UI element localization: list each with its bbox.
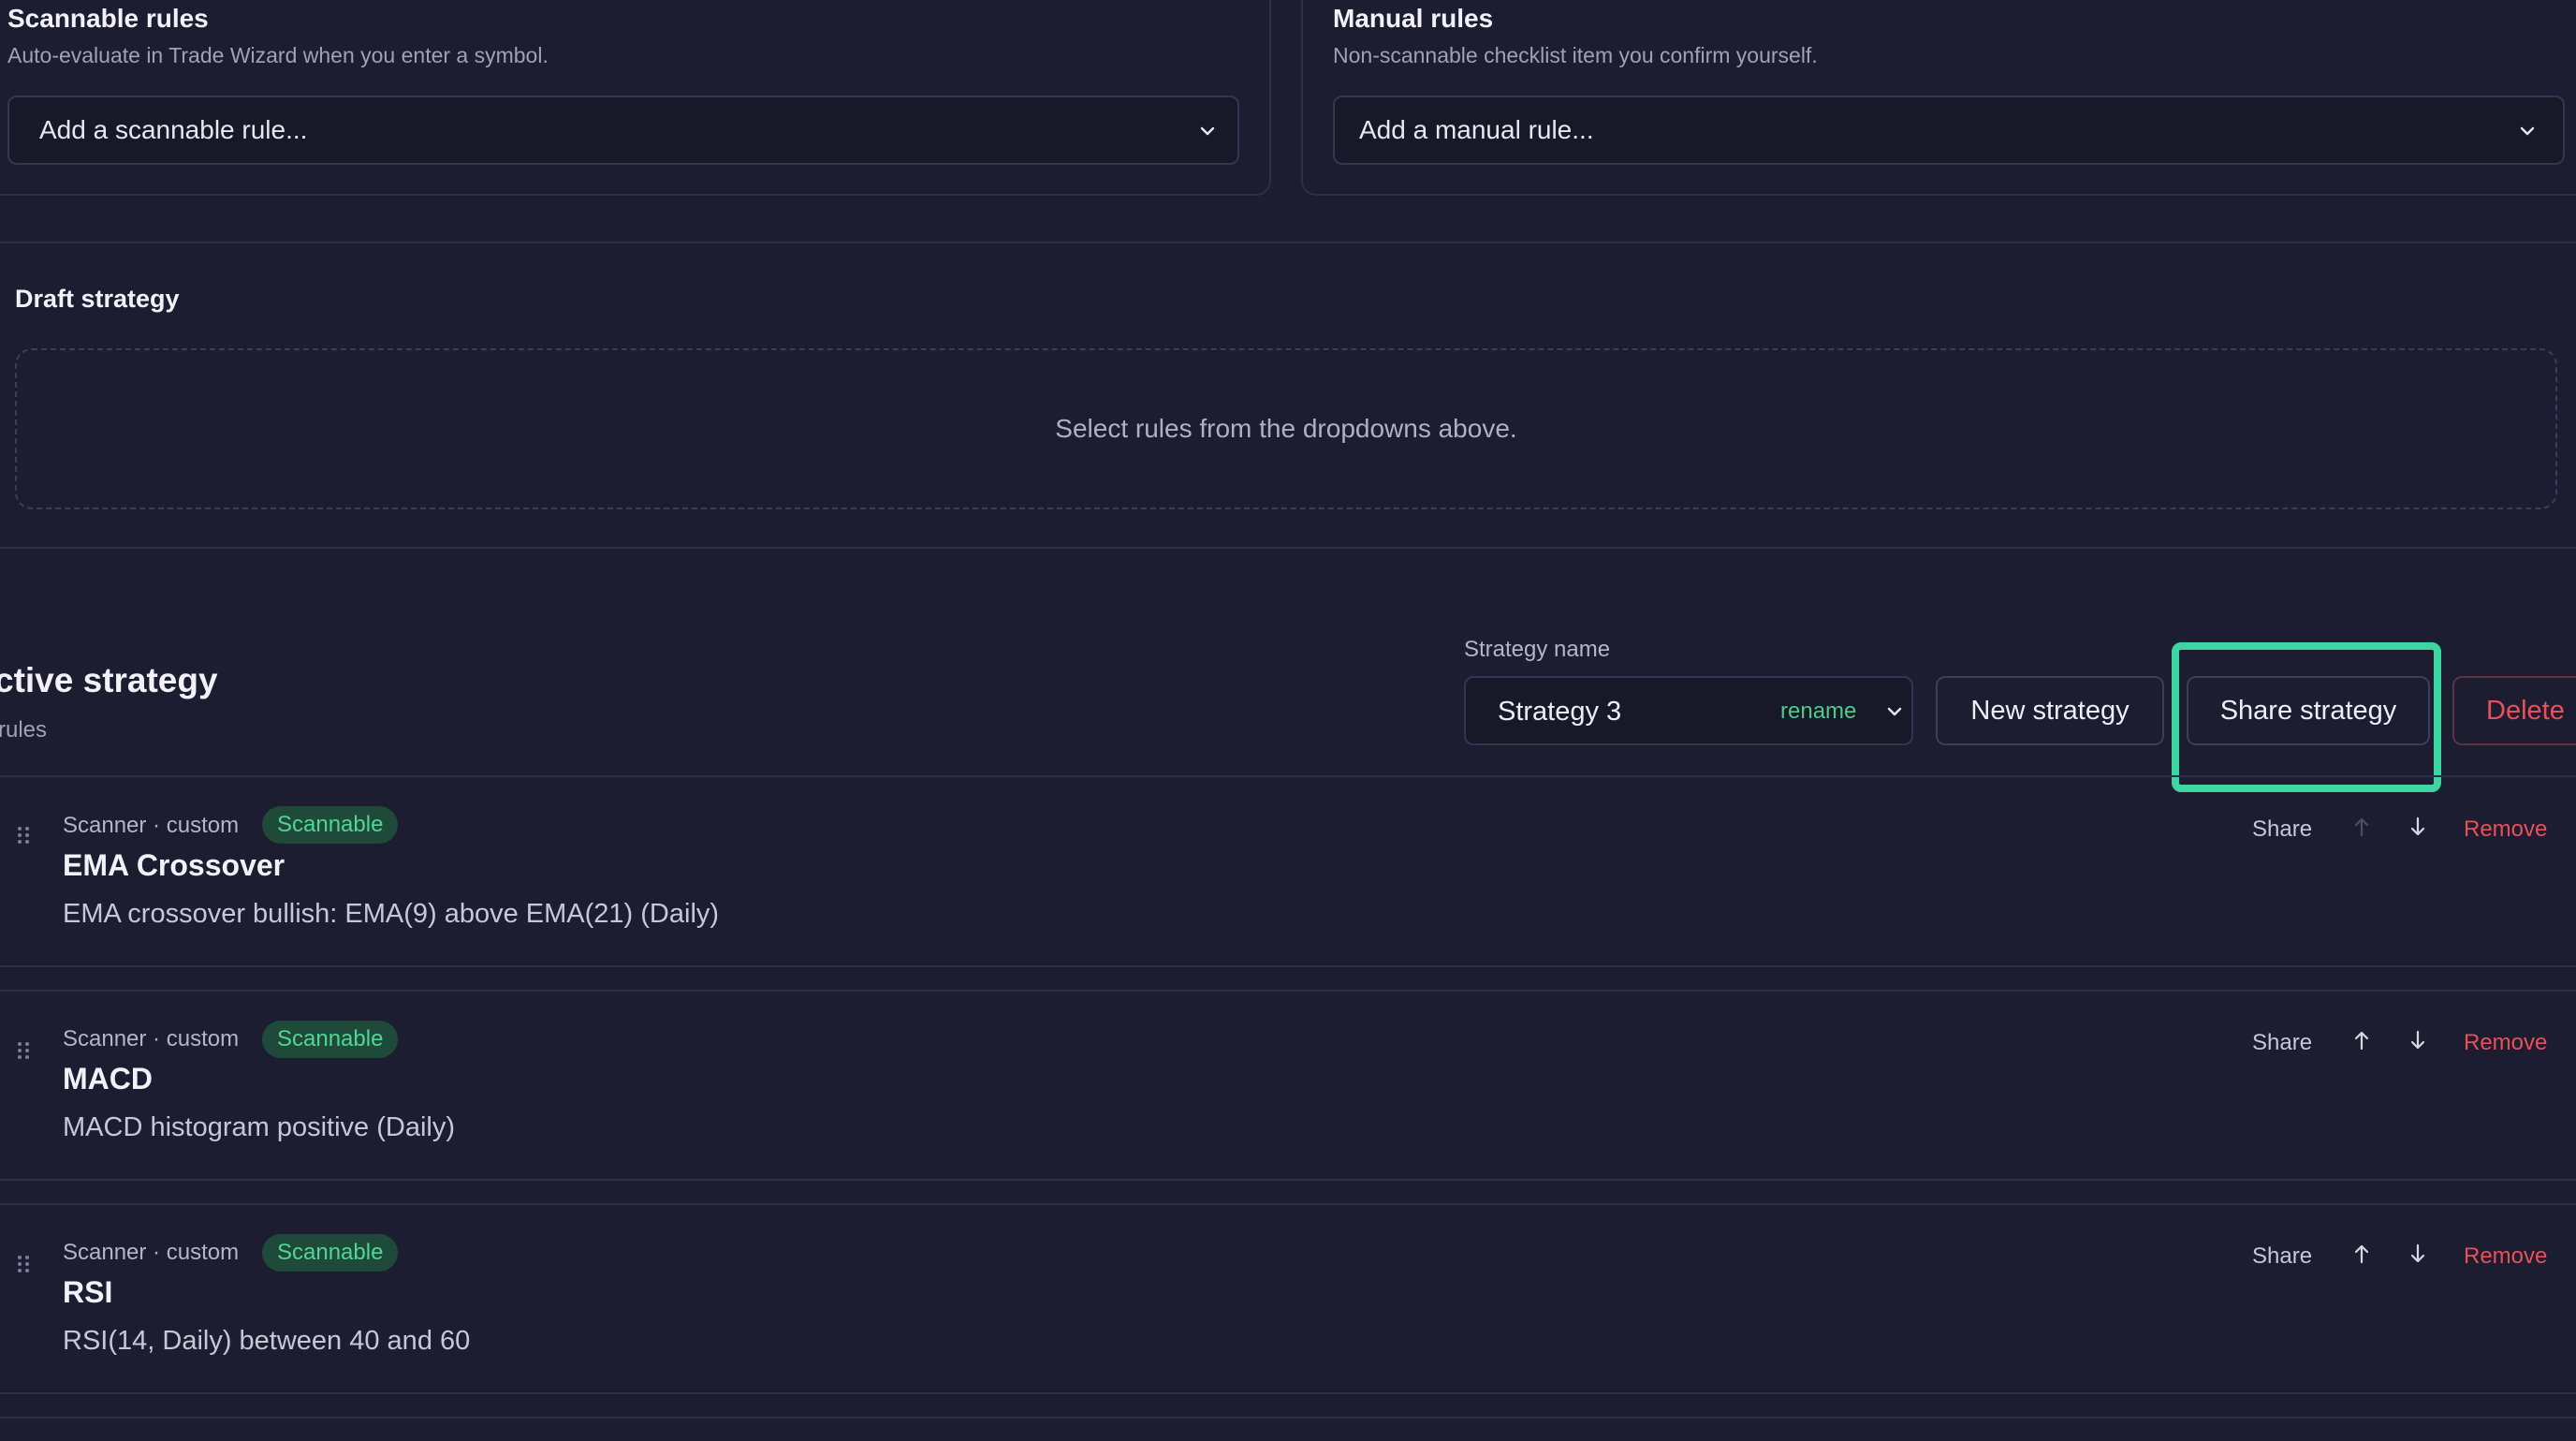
row-divider bbox=[0, 965, 2576, 967]
rule-title: RSI bbox=[63, 1275, 113, 1309]
section-divider bbox=[0, 547, 2576, 549]
scannable-badge: Scannable bbox=[262, 1234, 399, 1272]
active-strategy-title: ctive strategy bbox=[0, 661, 218, 699]
rule-title: EMA Crossover bbox=[63, 848, 285, 882]
row-divider bbox=[0, 1392, 2576, 1394]
scannable-badge: Scannable bbox=[262, 1021, 399, 1058]
rule-share-button[interactable]: Share bbox=[2252, 816, 2312, 843]
chevron-down-icon bbox=[1887, 707, 1902, 716]
rule-remove-button[interactable]: Remove bbox=[2464, 1243, 2547, 1270]
manual-rules-subtitle: Non-scannable checklist item you confirm… bbox=[1333, 43, 1818, 67]
rule-description: MACD histogram positive (Daily) bbox=[63, 1112, 455, 1142]
manual-rule-select[interactable]: Add a manual rule... bbox=[1333, 96, 2565, 165]
arrow-up-icon[interactable] bbox=[2353, 1243, 2370, 1264]
chevron-down-icon bbox=[1200, 126, 1215, 136]
arrow-down-icon[interactable] bbox=[2409, 1243, 2426, 1264]
drag-handle-icon[interactable] bbox=[17, 826, 30, 845]
scannable-rules-subtitle: Auto-evaluate in Trade Wizard when you e… bbox=[7, 43, 549, 67]
draft-strategy-title: Draft strategy bbox=[15, 285, 180, 313]
section-divider bbox=[0, 242, 2576, 243]
chevron-down-icon bbox=[2520, 126, 2535, 136]
scannable-badge: Scannable bbox=[262, 806, 399, 844]
scannable-rules-title: Scannable rules bbox=[7, 4, 209, 33]
rule-remove-button[interactable]: Remove bbox=[2464, 1030, 2547, 1056]
strategy-name-select[interactable]: Strategy 3 rename bbox=[1464, 676, 1913, 745]
scannable-rule-select[interactable]: Add a scannable rule... bbox=[7, 96, 1239, 165]
focus-highlight bbox=[2172, 642, 2441, 792]
arrow-down-icon[interactable] bbox=[2409, 816, 2426, 837]
rule-row: Scanner · custom Scannable EMA Crossover… bbox=[0, 775, 2576, 966]
scannable-rule-select-value: Add a scannable rule... bbox=[39, 115, 308, 144]
strategy-name-value: Strategy 3 bbox=[1498, 697, 1622, 727]
rule-meta: Scanner · custom bbox=[63, 813, 240, 838]
rule-remove-button[interactable]: Remove bbox=[2464, 816, 2547, 843]
manual-rules-title: Manual rules bbox=[1333, 4, 1494, 33]
strategy-name-label: Strategy name bbox=[1464, 637, 1611, 662]
rename-link[interactable]: rename bbox=[1780, 698, 1856, 725]
arrow-up-icon[interactable] bbox=[2353, 1030, 2370, 1051]
manual-rule-select-value: Add a manual rule... bbox=[1359, 115, 1594, 144]
rule-row: Scanner · custom Scannable RSI RSI(14, D… bbox=[0, 1204, 2576, 1393]
rule-title: MACD bbox=[63, 1062, 153, 1095]
rule-meta: Scanner · custom bbox=[63, 1026, 240, 1051]
drag-handle-icon[interactable] bbox=[17, 1255, 30, 1273]
new-strategy-button[interactable]: New strategy bbox=[1936, 676, 2164, 745]
drag-handle-icon[interactable] bbox=[17, 1041, 30, 1060]
rule-share-button[interactable]: Share bbox=[2252, 1030, 2312, 1056]
row-divider bbox=[0, 1179, 2576, 1181]
arrow-up-icon[interactable] bbox=[2353, 816, 2370, 837]
row-divider bbox=[0, 1417, 2576, 1419]
arrow-down-icon[interactable] bbox=[2409, 1030, 2426, 1051]
rule-description: RSI(14, Daily) between 40 and 60 bbox=[63, 1326, 471, 1356]
rule-share-button[interactable]: Share bbox=[2252, 1243, 2312, 1270]
draft-dropzone: Select rules from the dropdowns above. bbox=[15, 348, 2557, 509]
rule-row: Scanner · custom Scannable MACD MACD his… bbox=[0, 991, 2576, 1180]
active-strategy-subtitle: rules bbox=[0, 717, 48, 743]
rule-description: EMA crossover bullish: EMA(9) above EMA(… bbox=[63, 899, 720, 929]
draft-empty-text: Select rules from the dropdowns above. bbox=[1055, 414, 1517, 443]
delete-strategy-button[interactable]: Delete bbox=[2452, 676, 2576, 745]
rule-meta: Scanner · custom bbox=[63, 1240, 240, 1265]
